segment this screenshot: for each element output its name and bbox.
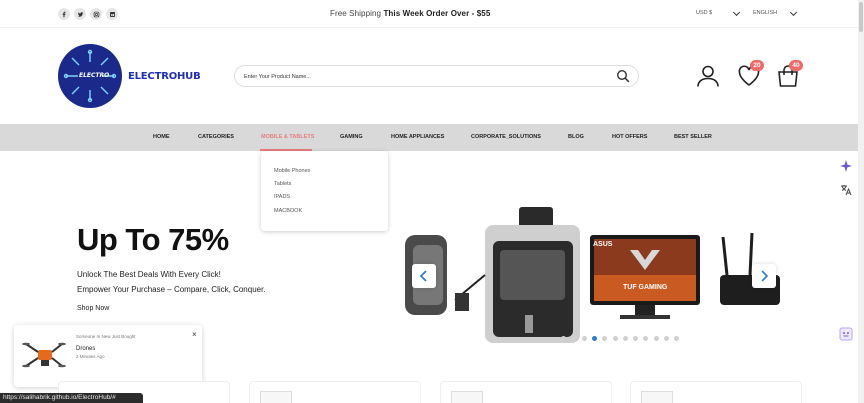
mobile-tablets-dropdown: Mobile Phones Tablets IPADS MACBOOK (261, 151, 388, 231)
slider-products-image (405, 207, 780, 343)
dropdown-item-tablets[interactable]: Tablets (274, 181, 291, 187)
search-input[interactable] (244, 71, 604, 83)
nav-best-seller[interactable]: BEST SELLER (674, 134, 712, 140)
slider-dot[interactable] (612, 336, 618, 341)
dropdown-item-mobile-phones[interactable]: Mobile Phones (274, 168, 310, 174)
close-icon[interactable]: × (192, 330, 197, 339)
user-icon[interactable] (696, 64, 720, 88)
slider-dot[interactable] (622, 336, 628, 341)
toast-time: 2 Minutes Ago (76, 354, 105, 359)
slider-dot[interactable] (561, 336, 566, 341)
cart-count-badge: 40 (789, 60, 803, 71)
wishlist-count-badge: 20 (750, 60, 764, 71)
linkedin-icon[interactable] (106, 8, 118, 20)
category-card[interactable] (630, 381, 802, 403)
search-icon[interactable] (616, 69, 630, 83)
hero-subtitle-1: Unlock The Best Deals With Every Click! (77, 270, 221, 279)
slider-dot[interactable] (664, 336, 669, 341)
app-extension-icon[interactable] (838, 326, 854, 342)
status-url: https://salihabrik.github.io/ElectroHub/… (0, 393, 143, 403)
toast-title: Someone In New Just Bought (76, 334, 136, 339)
instagram-icon[interactable] (90, 8, 102, 20)
top-bar: Free Shipping This Week Order Over - $55… (0, 0, 864, 28)
shipping-notice: Free Shipping This Week Order Over - $55 (330, 9, 491, 18)
logo-text: ELECTRO (79, 72, 110, 79)
product-slider: ASUS TUF GAMING (405, 205, 781, 345)
category-card[interactable] (440, 381, 612, 403)
slider-dot[interactable] (581, 336, 587, 341)
chevron-left-icon (419, 270, 427, 282)
nav-gaming[interactable]: GAMING (340, 134, 363, 140)
slider-dot[interactable] (653, 336, 659, 341)
nav-categories[interactable]: CATEGORIES (198, 134, 234, 140)
chevron-right-icon (761, 270, 769, 282)
twitter-icon[interactable] (74, 8, 86, 20)
nav-home-appliances[interactable]: HOME APPLIANCES (391, 134, 444, 140)
drone-image (22, 342, 66, 368)
category-image (641, 391, 673, 403)
category-image (451, 391, 483, 403)
currency-select[interactable]: USD $ (696, 10, 712, 16)
site-logo[interactable]: ELECTRO (58, 44, 122, 108)
hero-subtitle-2: Empower Your Purchase – Compare, Click, … (77, 285, 266, 294)
nav-hot-offers[interactable]: HOT OFFERS (612, 134, 647, 140)
slider-next-button[interactable] (752, 264, 776, 288)
nav-home[interactable]: HOME (153, 134, 170, 140)
recent-purchase-toast: Someone In New Just Bought Drones 2 Minu… (14, 325, 202, 387)
hero-heading: Up To 75% (77, 222, 229, 257)
brand-name[interactable]: ELECTROHUB (128, 71, 201, 82)
dropdown-item-ipads[interactable]: IPADS (274, 194, 290, 200)
sparkle-icon[interactable] (838, 158, 854, 174)
facebook-icon[interactable] (58, 8, 70, 20)
nav-blog[interactable]: BLOG (568, 134, 584, 140)
main-nav: HOME CATEGORIES MOBILE & TABLETS GAMING … (0, 124, 858, 151)
nav-mobile-tablets[interactable]: MOBILE & TABLETS (261, 134, 314, 140)
translate-icon[interactable] (838, 182, 854, 198)
toast-product: Drones (76, 346, 96, 352)
language-select[interactable]: ENGLISH (753, 10, 777, 16)
slider-dot[interactable] (591, 336, 597, 341)
chevron-down-icon[interactable] (789, 8, 798, 17)
shop-now-link[interactable]: Shop Now (77, 305, 109, 312)
category-image (260, 391, 292, 403)
slide-product-label: TUF GAMING (623, 284, 668, 291)
page-scrollbar[interactable] (858, 0, 864, 403)
dropdown-item-macbook[interactable]: MACBOOK (274, 208, 302, 214)
nav-corporate-solutions[interactable]: CORPORATE_SOLUTIONS (471, 134, 541, 140)
slide-brand-label: ASUS (593, 241, 613, 248)
search-bar (234, 65, 639, 87)
category-card[interactable] (249, 381, 421, 403)
slider-prev-button[interactable] (412, 264, 436, 288)
chevron-down-icon[interactable] (732, 8, 741, 17)
scrollbar-thumb[interactable] (859, 2, 863, 32)
